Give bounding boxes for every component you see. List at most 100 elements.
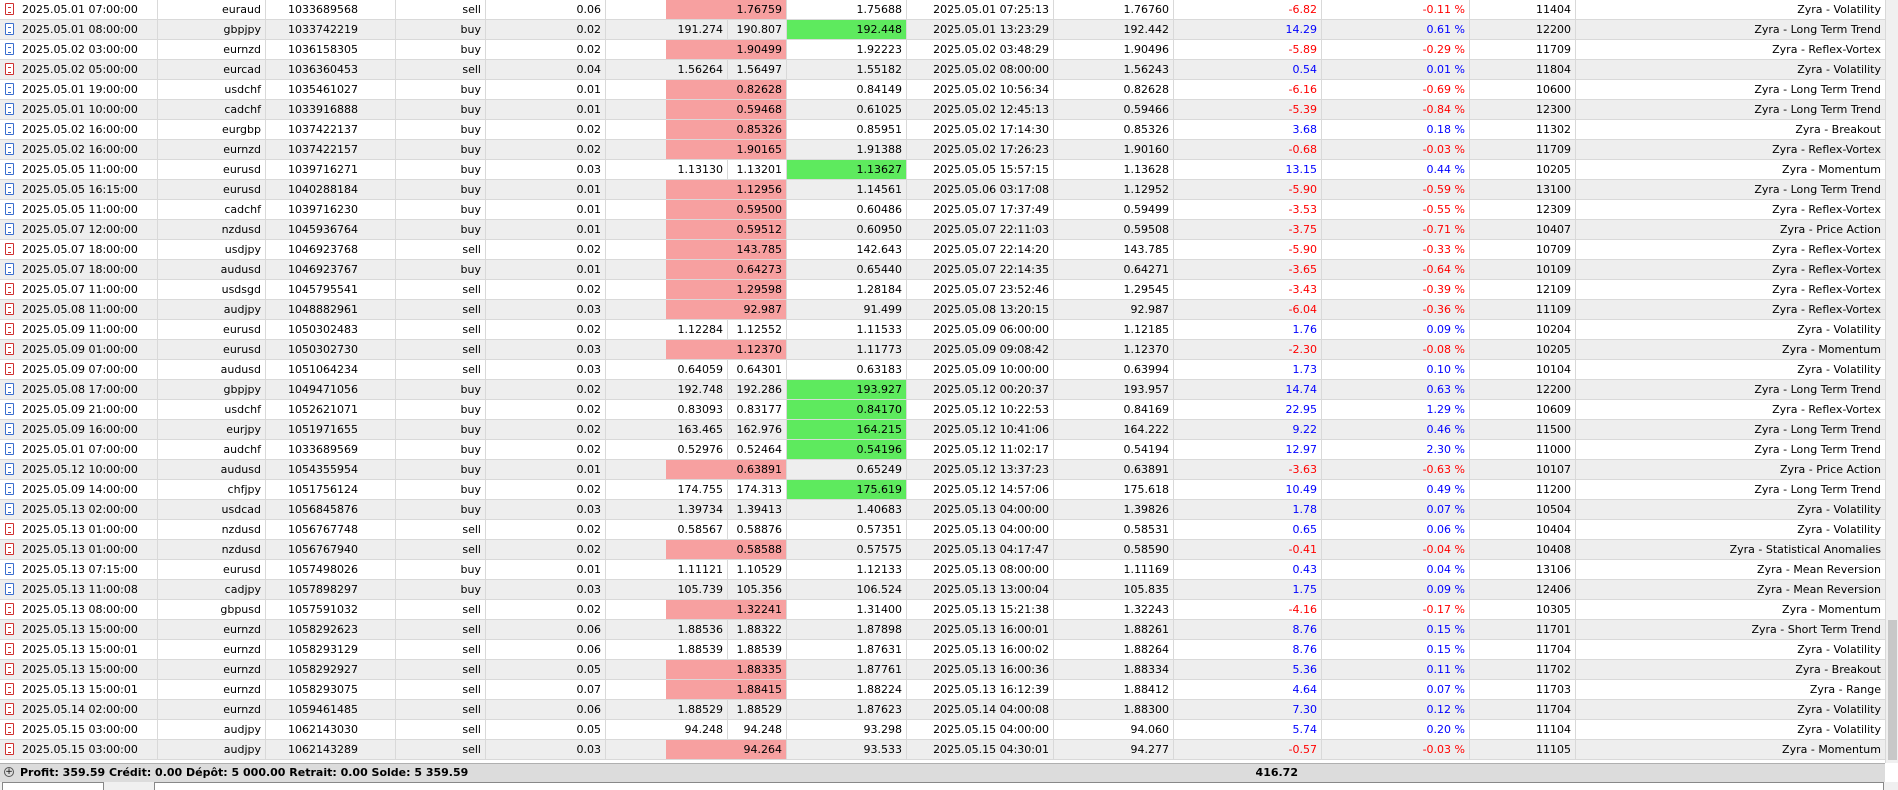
symbol-cell: usdcad: [158, 500, 266, 519]
table-row[interactable]: 2025.05.01 07:00:00 audchf 1033689569 buy 0.…: [0, 440, 1885, 460]
table-row[interactable]: 2025.05.13 15:00:01 eurnzd 1058293075 sell 0…: [0, 680, 1885, 700]
close-time-cell: 2025.05.07 22:14:20: [907, 240, 1054, 259]
magic-number-cell: 10107: [1470, 460, 1576, 479]
table-row[interactable]: 2025.05.09 01:00:00 eurusd 1050302730 sell 0…: [0, 340, 1885, 360]
table-row[interactable]: 2025.05.07 11:00:00 usdsgd 1045795541 sell 0…: [0, 280, 1885, 300]
open-time-cell: 2025.05.07 11:00:00: [0, 280, 158, 299]
volume-cell: 0.06: [486, 700, 606, 719]
table-row[interactable]: 2025.05.13 15:00:00 eurnzd 1058292623 sell 0…: [0, 620, 1885, 640]
table-row[interactable]: 2025.05.02 05:00:00 eurcad 1036360453 sell 0…: [0, 60, 1885, 80]
close-price-cell: 1.29545: [1054, 280, 1174, 299]
table-row[interactable]: 2025.05.13 11:00:08 cadjpy 1057898297 buy 0.…: [0, 580, 1885, 600]
take-profit-cell: 1.55182: [787, 60, 907, 79]
take-profit-cell: 1.40683: [787, 500, 907, 519]
table-row[interactable]: 2025.05.07 12:00:00 nzdusd 1045936764 buy 0.…: [0, 220, 1885, 240]
table-row[interactable]: 2025.05.13 15:00:00 eurnzd 1058292927 sell 0…: [0, 660, 1885, 680]
table-row[interactable]: 2025.05.08 17:00:00 gbpjpy 1049471056 buy 0.…: [0, 380, 1885, 400]
comment-cell: Zyra - Volatility: [1797, 523, 1881, 536]
table-row[interactable]: 2025.05.02 16:00:00 eurgbp 1037422137 buy 0.…: [0, 120, 1885, 140]
table-row[interactable]: 2025.05.09 11:00:00 eurusd 1050302483 sell 0…: [0, 320, 1885, 340]
table-row[interactable]: 2025.05.08 11:00:00 audjpy 1048882961 sell 0…: [0, 300, 1885, 320]
vertical-scrollbar[interactable]: [1885, 0, 1898, 763]
open-time-text: 2025.05.13 02:00:00: [22, 503, 138, 516]
symbol-cell: nzdusd: [158, 220, 266, 239]
profit-cell: 10.49: [1174, 480, 1322, 499]
tab-1[interactable]: [2, 782, 104, 790]
stop-loss-cell: 1.90499: [666, 40, 787, 59]
open-time-text: 2025.05.09 07:00:00: [22, 363, 138, 376]
close-time-cell: 2025.05.13 08:00:00: [907, 560, 1054, 579]
open-time-text: 2025.05.02 03:00:00: [22, 43, 138, 56]
table-row[interactable]: 2025.05.13 01:00:00 nzdusd 1056767748 sell 0…: [0, 520, 1885, 540]
open-time-cell: 2025.05.01 10:00:00: [0, 100, 158, 119]
take-profit-cell: 0.65440: [787, 260, 907, 279]
symbol-cell: audjpy: [158, 720, 266, 739]
volume-cell: 0.02: [486, 40, 606, 59]
profit-cell: -3.43: [1174, 280, 1322, 299]
scrollbar-thumb[interactable]: [1888, 620, 1897, 760]
open-time-cell: 2025.05.13 01:00:00: [0, 520, 158, 539]
plus-circle-icon[interactable]: +: [4, 767, 14, 777]
magic-number-cell: 13100: [1470, 180, 1576, 199]
symbol-cell: eurcad: [158, 60, 266, 79]
close-price-cell: 1.11169: [1054, 560, 1174, 579]
type-cell: buy: [396, 560, 486, 579]
table-row[interactable]: 2025.05.09 07:00:00 audusd 1051064234 sell 0…: [0, 360, 1885, 380]
ticket-cell: 1048882961: [266, 300, 396, 319]
table-row[interactable]: 2025.05.02 16:00:00 eurnzd 1037422157 buy 0.…: [0, 140, 1885, 160]
change-cell: -0.84 %: [1322, 100, 1470, 119]
table-row[interactable]: 2025.05.13 08:00:00 gbpusd 1057591032 sell 0…: [0, 600, 1885, 620]
stop-loss-cell: 0.59500: [666, 200, 787, 219]
table-row[interactable]: 2025.05.13 02:00:00 usdcad 1056845876 buy 0.…: [0, 500, 1885, 520]
total-profit: 416.72: [1255, 766, 1298, 779]
table-row[interactable]: 2025.05.15 03:00:00 audjpy 1062143030 sell 0…: [0, 720, 1885, 740]
change-cell: 0.07 %: [1322, 500, 1470, 519]
open-time-text: 2025.05.08 17:00:00: [22, 383, 138, 396]
table-row[interactable]: 2025.05.15 03:00:00 audjpy 1062143289 sell 0…: [0, 740, 1885, 760]
comment-cell: Zyra - Reflex-Vortex: [1772, 303, 1881, 316]
comment-cell: Zyra - Momentum: [1782, 163, 1881, 176]
table-row[interactable]: 2025.05.09 16:00:00 eurjpy 1051971655 buy 0.…: [0, 420, 1885, 440]
close-price-cell: 1.88300: [1054, 700, 1174, 719]
change-cell: -0.55 %: [1322, 200, 1470, 219]
table-row[interactable]: 2025.05.12 10:00:00 audusd 1054355954 buy 0.…: [0, 460, 1885, 480]
close-price-cell: 1.12370: [1054, 340, 1174, 359]
table-row[interactable]: 2025.05.09 21:00:00 usdchf 1052621071 buy 0.…: [0, 400, 1885, 420]
table-row[interactable]: 2025.05.02 03:00:00 eurnzd 1036158305 buy 0.…: [0, 40, 1885, 60]
table-row[interactable]: 2025.05.05 11:00:00 eurusd 1039716271 buy 0.…: [0, 160, 1885, 180]
magic-number-cell: 12200: [1470, 380, 1576, 399]
table-row[interactable]: 2025.05.05 11:00:00 cadchf 1039716230 buy 0.…: [0, 200, 1885, 220]
table-row[interactable]: 2025.05.01 08:00:00 gbpjpy 1033742219 buy 0.…: [0, 20, 1885, 40]
magic-number-cell: 10305: [1470, 600, 1576, 619]
table-row[interactable]: 2025.05.07 18:00:00 audusd 1046923767 buy 0.…: [0, 260, 1885, 280]
table-row[interactable]: 2025.05.09 14:00:00 chfjpy 1051756124 buy 0.…: [0, 480, 1885, 500]
sell-deal-icon: [5, 243, 14, 255]
table-row[interactable]: 2025.05.13 07:15:00 eurusd 1057498026 buy 0.…: [0, 560, 1885, 580]
volume-cell: 0.02: [486, 480, 606, 499]
table-row[interactable]: 2025.05.01 10:00:00 cadchf 1033916888 buy 0.…: [0, 100, 1885, 120]
sell-deal-icon: [5, 623, 14, 635]
profit-cell: -5.39: [1174, 100, 1322, 119]
table-row[interactable]: 2025.05.01 19:00:00 usdchf 1035461027 buy 0.…: [0, 80, 1885, 100]
table-row[interactable]: 2025.05.13 15:00:01 eurnzd 1058293129 sell 0…: [0, 640, 1885, 660]
profit-cell: -5.90: [1174, 240, 1322, 259]
comment-cell: Zyra - Long Term Trend: [1754, 423, 1881, 436]
table-row[interactable]: 2025.05.13 01:00:00 nzdusd 1056767940 sell 0…: [0, 540, 1885, 560]
comment-cell: Zyra - Momentum: [1782, 343, 1881, 356]
close-price-cell: 0.54194: [1054, 440, 1174, 459]
table-row[interactable]: 2025.05.05 16:15:00 eurusd 1040288184 buy 0.…: [0, 180, 1885, 200]
type-cell: sell: [396, 600, 486, 619]
magic-number-cell: 10204: [1470, 320, 1576, 339]
type-cell: sell: [396, 520, 486, 539]
tab-2[interactable]: [154, 782, 1884, 790]
table-row[interactable]: 2025.05.07 18:00:00 usdjpy 1046923768 sell 0…: [0, 240, 1885, 260]
change-cell: 0.12 %: [1322, 700, 1470, 719]
magic-number-cell: 11709: [1470, 40, 1576, 59]
table-row[interactable]: 2025.05.01 07:00:00 euraud 1033689568 sell 0…: [0, 0, 1885, 20]
open-time-cell: 2025.05.13 11:00:08: [0, 580, 158, 599]
open-time-text: 2025.05.01 19:00:00: [22, 83, 138, 96]
symbol-cell: eurnzd: [158, 620, 266, 639]
table-row[interactable]: 2025.05.14 02:00:00 eurnzd 1059461485 sell 0…: [0, 700, 1885, 720]
open-time-text: 2025.05.01 07:00:00: [22, 3, 138, 16]
volume-cell: 0.02: [486, 600, 606, 619]
